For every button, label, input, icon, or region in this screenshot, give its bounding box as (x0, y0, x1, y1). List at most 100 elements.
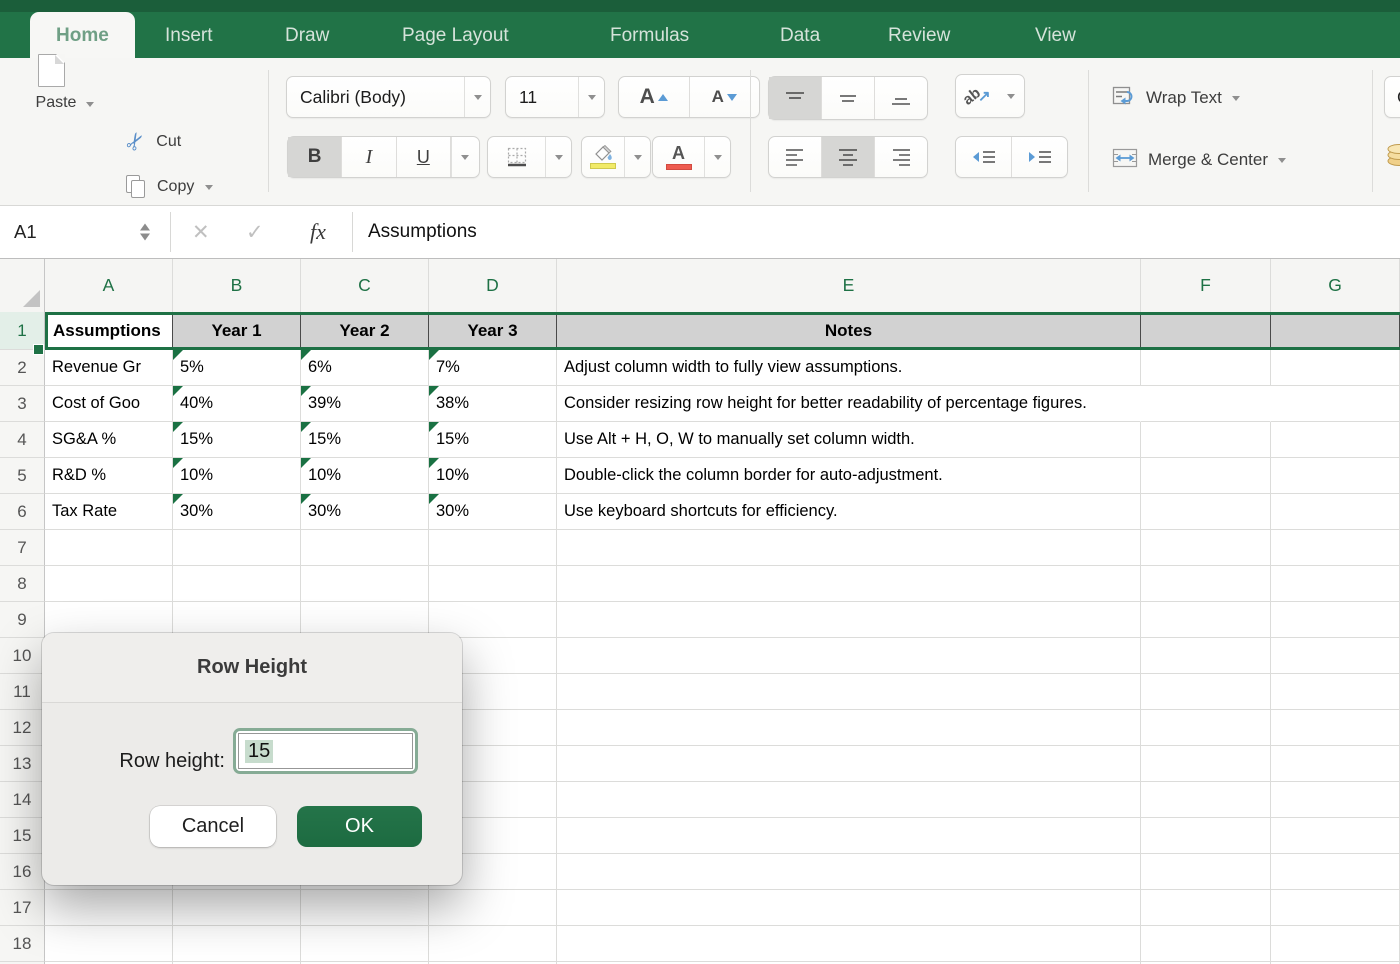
cell-E9[interactable] (557, 602, 1141, 638)
col-header-D[interactable]: D (429, 259, 557, 312)
cell-G4[interactable] (1271, 422, 1400, 458)
cell-F9[interactable] (1141, 602, 1271, 638)
cell-F10[interactable] (1141, 638, 1271, 674)
cell-A8[interactable] (45, 566, 173, 602)
col-header-A[interactable]: A (45, 259, 173, 312)
row-header-2[interactable]: 2 (0, 350, 45, 386)
cell-E2[interactable]: Adjust column width to fully view assump… (557, 350, 1141, 386)
cell-A17[interactable] (45, 890, 173, 926)
cell-D17[interactable] (429, 890, 557, 926)
cell-C3[interactable]: 39% (301, 386, 429, 422)
accounting-format-button[interactable] (1386, 140, 1400, 173)
cell-E8[interactable] (557, 566, 1141, 602)
cell-G7[interactable] (1271, 530, 1400, 566)
cell-E10[interactable] (557, 638, 1141, 674)
cell-C1[interactable]: Year 2 (301, 315, 429, 347)
font-size-select[interactable]: 11 (505, 76, 605, 118)
row-header-10[interactable]: 10 (0, 638, 45, 674)
text-orientation-button[interactable]: ab ↗ (955, 74, 1025, 118)
cancel-button[interactable]: Cancel (150, 806, 276, 847)
cell-F7[interactable] (1141, 530, 1271, 566)
selection-fill-handle[interactable] (33, 344, 44, 355)
cell-A4[interactable]: SG&A % (45, 422, 173, 458)
underline-dropdown[interactable] (451, 137, 479, 177)
cell-E5[interactable]: Double-click the column border for auto-… (557, 458, 1141, 494)
cell-C7[interactable] (301, 530, 429, 566)
cell-D18[interactable] (429, 926, 557, 962)
cell-E18[interactable] (557, 926, 1141, 962)
cell-B3[interactable]: 40% (173, 386, 301, 422)
cell-D7[interactable] (429, 530, 557, 566)
row-header-9[interactable]: 9 (0, 602, 45, 638)
col-header-F[interactable]: F (1141, 259, 1271, 312)
cell-F1[interactable] (1141, 315, 1271, 347)
cell-C6[interactable]: 30% (301, 494, 429, 530)
cell-F13[interactable] (1141, 746, 1271, 782)
cell-E15[interactable] (557, 818, 1141, 854)
cell-C5[interactable]: 10% (301, 458, 429, 494)
cell-B5[interactable]: 10% (173, 458, 301, 494)
confirm-entry-button[interactable]: ✓ (246, 206, 264, 258)
cell-G17[interactable] (1271, 890, 1400, 926)
row-header-12[interactable]: 12 (0, 710, 45, 746)
grow-font-button[interactable]: A (619, 77, 690, 117)
align-bottom-button[interactable] (875, 77, 927, 119)
row-height-input[interactable]: 15 (233, 728, 418, 774)
font-color-dropdown[interactable] (704, 137, 730, 177)
wrap-text-dropdown-icon[interactable] (1232, 96, 1240, 101)
borders-button[interactable] (487, 136, 572, 178)
merge-center-dropdown-icon[interactable] (1278, 158, 1286, 163)
cell-F5[interactable] (1141, 458, 1271, 494)
align-center-button[interactable] (822, 137, 875, 177)
tab-home[interactable]: Home (30, 12, 135, 58)
cut-button[interactable]: ✂ Cut (126, 130, 181, 153)
align-top-button[interactable] (769, 77, 822, 119)
cell-A7[interactable] (45, 530, 173, 566)
cancel-entry-button[interactable]: ✕ (192, 206, 210, 258)
row-header-7[interactable]: 7 (0, 530, 45, 566)
cell-D8[interactable] (429, 566, 557, 602)
tab-review[interactable]: Review (888, 13, 950, 58)
borders-dropdown[interactable] (545, 137, 571, 177)
cell-A5[interactable]: R&D % (45, 458, 173, 494)
cell-E6[interactable]: Use keyboard shortcuts for efficiency. (557, 494, 1141, 530)
cell-F14[interactable] (1141, 782, 1271, 818)
row-header-8[interactable]: 8 (0, 566, 45, 602)
cell-F17[interactable] (1141, 890, 1271, 926)
cell-G8[interactable] (1271, 566, 1400, 602)
paste-dropdown-icon[interactable] (86, 102, 94, 107)
bold-button[interactable]: B (288, 137, 342, 177)
cell-C18[interactable] (301, 926, 429, 962)
increase-indent-button[interactable] (1012, 137, 1067, 177)
row-header-14[interactable]: 14 (0, 782, 45, 818)
cell-E3[interactable]: Consider resizing row height for better … (557, 386, 1141, 422)
copy-button[interactable]: Copy (126, 175, 213, 199)
cell-A2[interactable]: Revenue Gr (45, 350, 173, 386)
cell-D5[interactable]: 10% (429, 458, 557, 494)
cell-F12[interactable] (1141, 710, 1271, 746)
cell-A6[interactable]: Tax Rate (45, 494, 173, 530)
tab-formulas[interactable]: Formulas (610, 13, 689, 58)
cell-G11[interactable] (1271, 674, 1400, 710)
cell-B8[interactable] (173, 566, 301, 602)
formula-content[interactable]: Assumptions (368, 206, 477, 258)
underline-button[interactable]: U (397, 137, 451, 177)
cell-C8[interactable] (301, 566, 429, 602)
col-header-B[interactable]: B (173, 259, 301, 312)
tab-page-layout[interactable]: Page Layout (402, 13, 509, 58)
cell-G12[interactable] (1271, 710, 1400, 746)
cell-G9[interactable] (1271, 602, 1400, 638)
tab-view[interactable]: View (1035, 13, 1076, 58)
insert-function-button[interactable]: fx (310, 206, 326, 258)
cell-F16[interactable] (1141, 854, 1271, 890)
cell-G16[interactable] (1271, 854, 1400, 890)
cell-A3[interactable]: Cost of Goo (45, 386, 173, 422)
cell-B2[interactable]: 5% (173, 350, 301, 386)
paste-button[interactable]: Paste (20, 66, 92, 112)
cell-D1[interactable]: Year 3 (429, 315, 557, 347)
cell-B1[interactable]: Year 1 (173, 315, 301, 347)
font-name-select[interactable]: Calibri (Body) (286, 76, 491, 118)
cell-E16[interactable] (557, 854, 1141, 890)
copy-dropdown-icon[interactable] (205, 185, 213, 190)
cell-D6[interactable]: 30% (429, 494, 557, 530)
